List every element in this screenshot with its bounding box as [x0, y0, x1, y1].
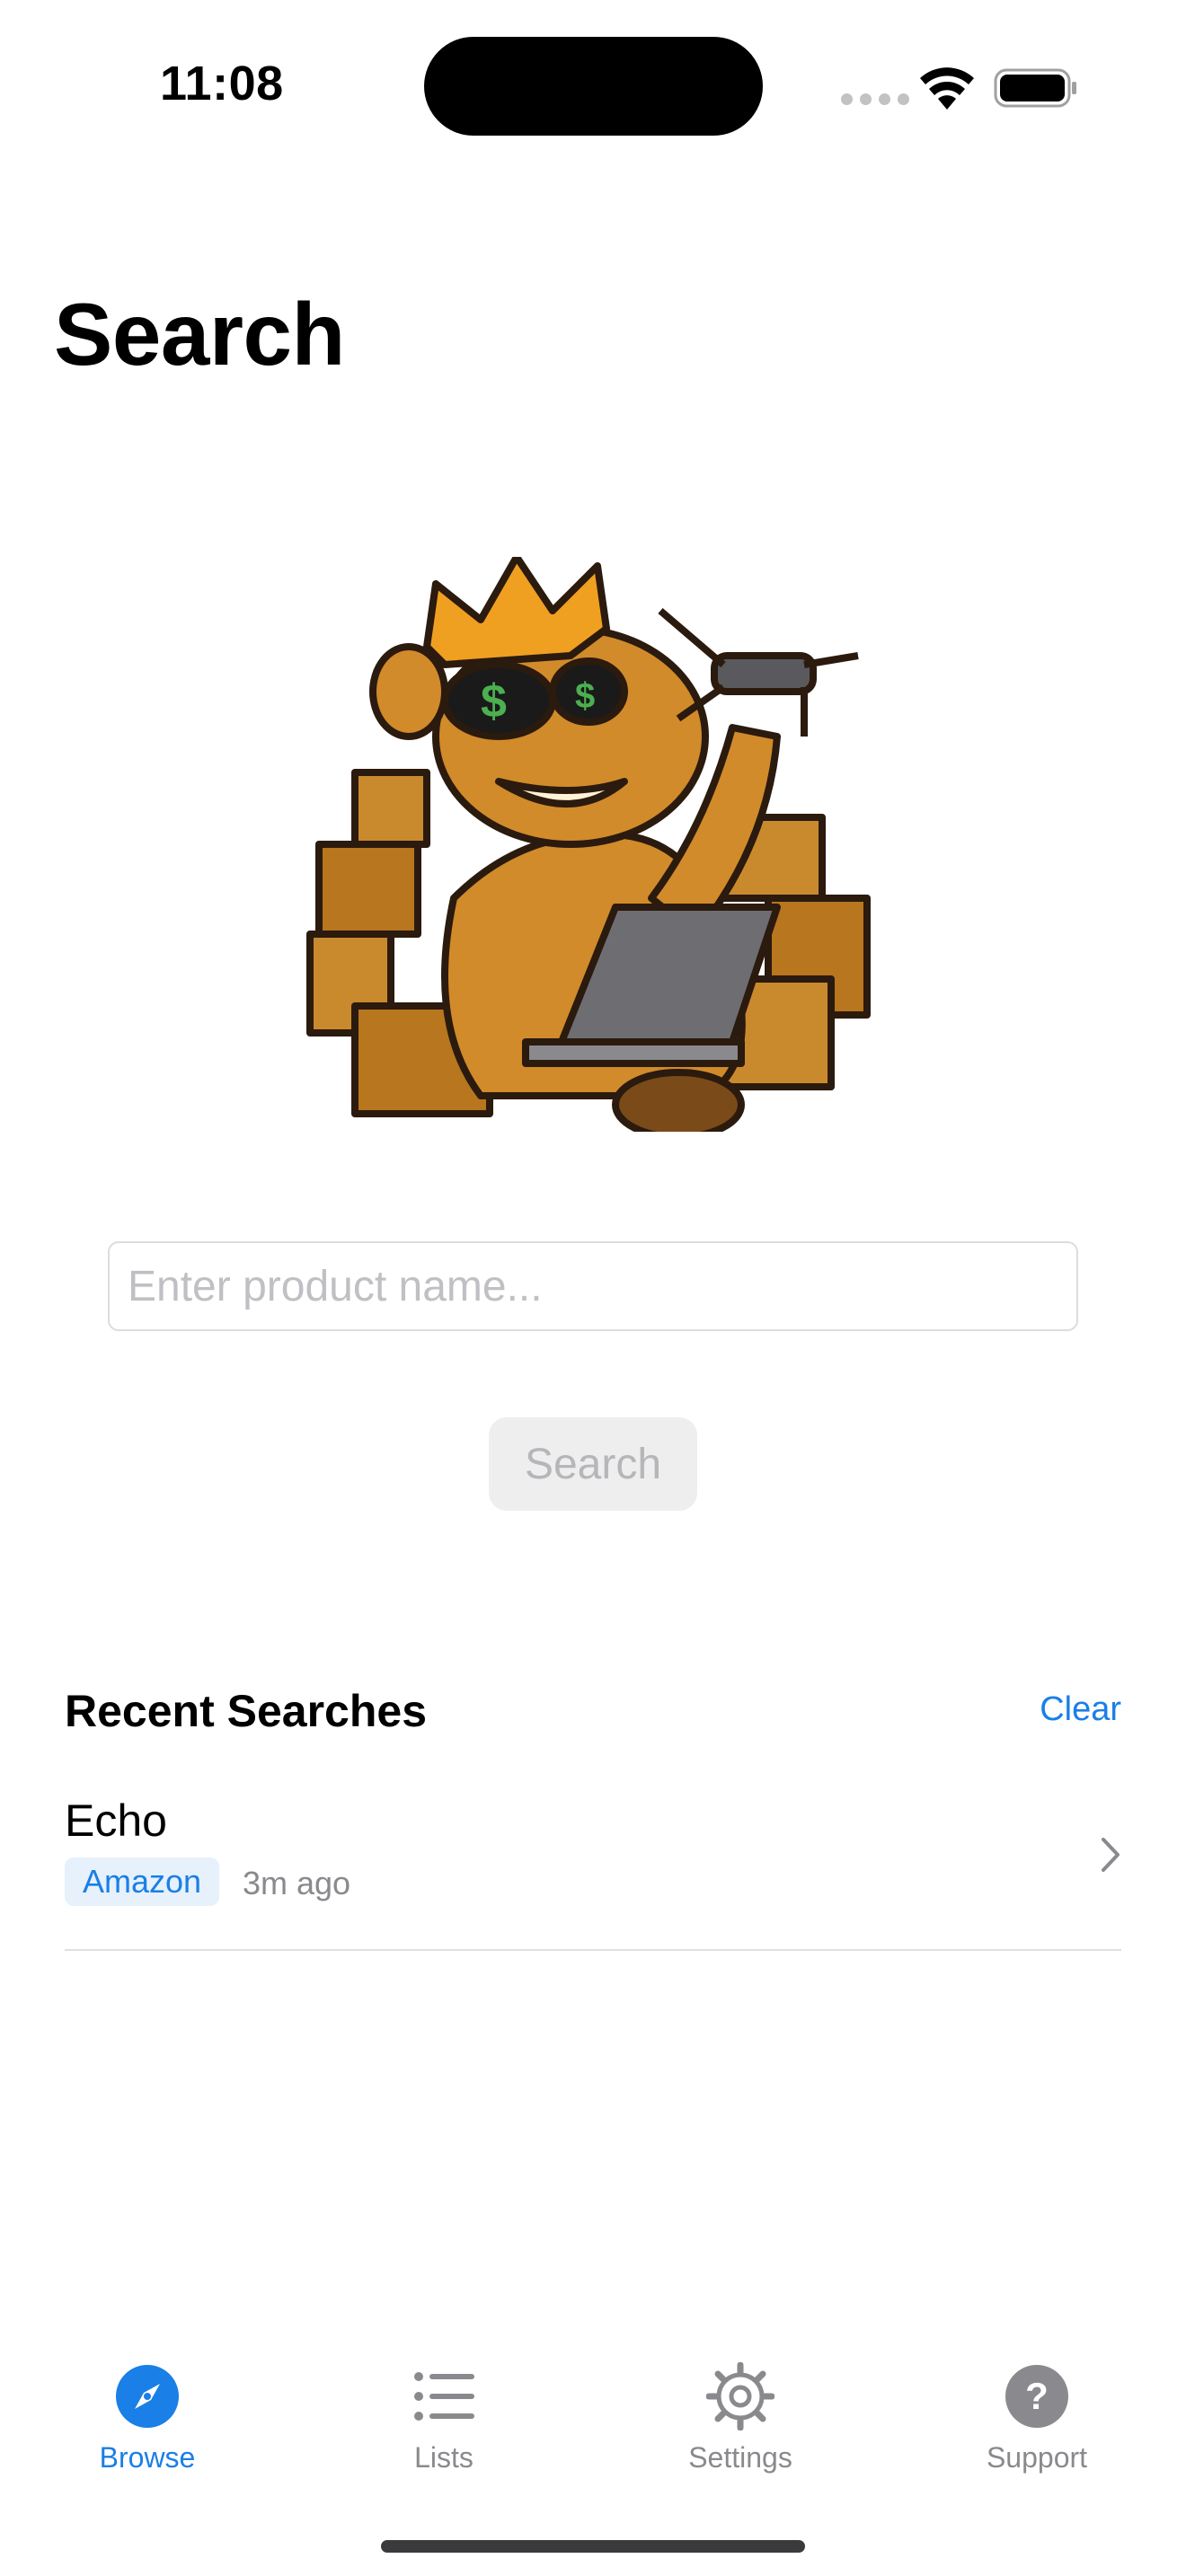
- mascot-illustration: $ $: [306, 557, 871, 1132]
- gear-icon: [706, 2362, 774, 2430]
- recent-search-name: Echo: [65, 1795, 167, 1846]
- status-time: 11:08: [160, 57, 284, 110]
- list-icon: [414, 2372, 474, 2421]
- recent-search-time: 3m ago: [243, 1865, 351, 1901]
- wifi-icon: [920, 67, 974, 110]
- product-search-input[interactable]: [108, 1241, 1078, 1331]
- cellular-signal-icon: [841, 93, 909, 105]
- search-button[interactable]: Search: [489, 1417, 697, 1511]
- tab-support-label: Support: [986, 2441, 1088, 2474]
- row-divider: [65, 1949, 1121, 1951]
- tab-browse[interactable]: Browse: [58, 2362, 237, 2475]
- tab-browse-label: Browse: [99, 2441, 196, 2474]
- clear-button[interactable]: Clear: [1040, 1690, 1121, 1729]
- svg-text:$: $: [481, 675, 507, 728]
- recent-searches-title: Recent Searches: [65, 1686, 428, 1736]
- tab-support[interactable]: ? Support: [947, 2362, 1127, 2475]
- tab-settings[interactable]: Settings: [651, 2362, 830, 2475]
- svg-text:$: $: [575, 676, 595, 716]
- svg-text:?: ?: [1025, 2375, 1049, 2417]
- chevron-right-icon: [1102, 1838, 1120, 1872]
- page-title: Search: [54, 285, 345, 384]
- recent-search-row[interactable]: Echo Amazon 3m ago: [65, 1787, 1121, 1949]
- tab-settings-label: Settings: [688, 2441, 792, 2474]
- compass-icon: [116, 2365, 179, 2428]
- battery-icon: [994, 68, 1076, 108]
- home-indicator[interactable]: [381, 2540, 805, 2553]
- dynamic-island: [424, 37, 763, 136]
- tab-lists[interactable]: Lists: [354, 2362, 534, 2475]
- store-badge: Amazon: [65, 1857, 220, 1906]
- question-icon: ?: [1005, 2365, 1068, 2428]
- tab-lists-label: Lists: [414, 2441, 474, 2474]
